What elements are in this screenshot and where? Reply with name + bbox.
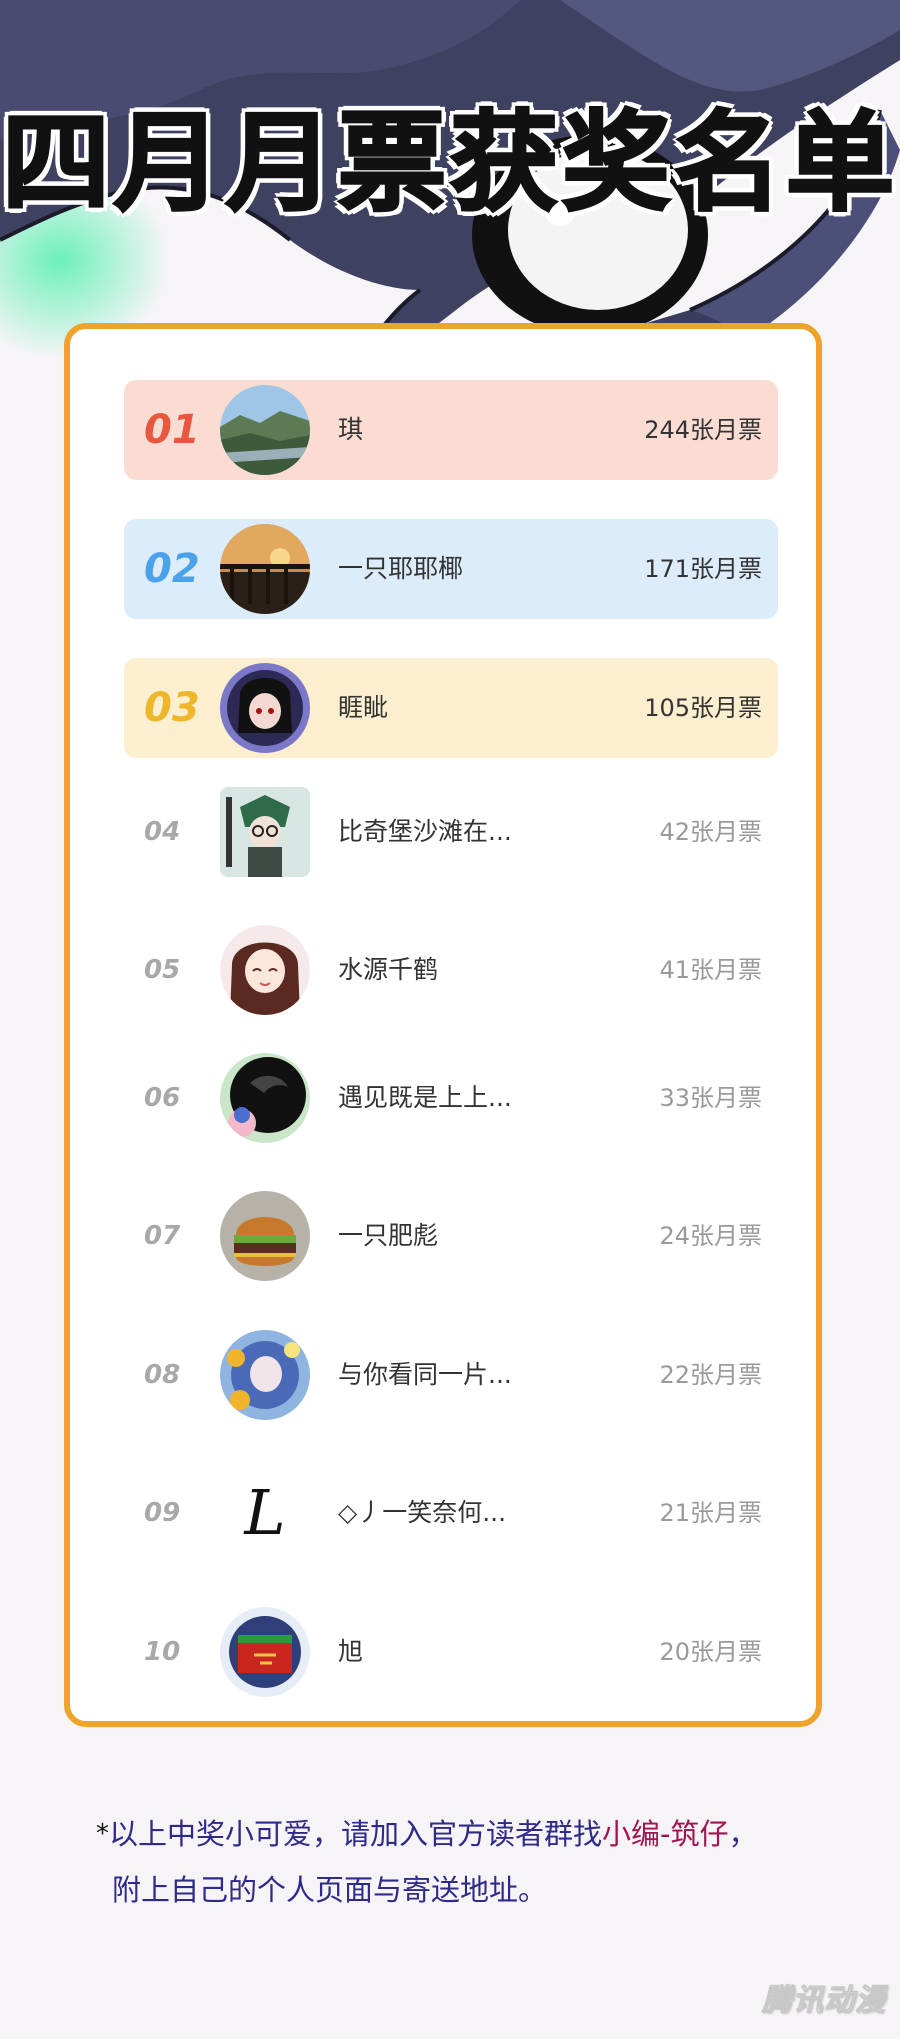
ranking-row-5: 05 水源千鹤 41张月票 xyxy=(124,920,778,1020)
landscape-avatar-icon xyxy=(220,385,310,475)
ranking-votes: 171张月票 xyxy=(644,555,762,583)
rank-number: 10 xyxy=(144,1637,181,1667)
asterisk: * xyxy=(96,1819,109,1849)
rank-number: 07 xyxy=(144,1221,181,1251)
red-emblem-avatar-icon xyxy=(220,1607,310,1697)
claim-text-punctuation: ， xyxy=(728,1817,758,1851)
ranking-row-2: 02 一只耶耶椰 171张月票 xyxy=(124,519,778,619)
ranking-username: 旭 xyxy=(338,1637,364,1666)
anime-girl-avatar-icon xyxy=(220,663,310,753)
ranking-username: 一只肥彪 xyxy=(338,1221,439,1250)
ranking-row-10: 10 旭 20张月票 xyxy=(124,1602,778,1702)
editor-name: 小编-筑仔 xyxy=(602,1817,729,1851)
ranking-votes: 20张月票 xyxy=(659,1638,762,1666)
dark-cat-avatar-icon xyxy=(220,1053,310,1143)
claim-instructions-line-2: 附上自己的个人页面与寄送地址。 xyxy=(112,1873,548,1907)
rank-number: 04 xyxy=(144,817,181,847)
ranking-votes: 41张月票 xyxy=(659,956,762,984)
rank-number: 05 xyxy=(144,955,181,985)
claim-instructions-line-1: *以上中奖小可爱，请加入官方读者群找小编-筑仔， xyxy=(96,1806,866,1862)
anime-character-avatar-icon xyxy=(220,787,310,877)
ranking-votes: 105张月票 xyxy=(644,694,762,722)
ranking-row-3: 03 睚眦 105张月票 xyxy=(124,658,778,758)
ranking-card: 01 琪 244张月票 02 一只耶耶椰 171张月票 03 睚眦 105张月票… xyxy=(64,323,822,1727)
ranking-row-1: 01 琪 244张月票 xyxy=(124,380,778,480)
ranking-votes: 22张月票 xyxy=(659,1361,762,1389)
rank-number: 08 xyxy=(144,1360,181,1390)
ranking-votes: 42张月票 xyxy=(659,818,762,846)
flower-girl-avatar-icon xyxy=(220,1330,310,1420)
page-title: 四月月票获奖名单 xyxy=(0,101,898,226)
ranking-row-8: 08 与你看同一片... 22张月票 xyxy=(124,1325,778,1425)
rank-number: 02 xyxy=(144,546,200,592)
ranking-username: 比奇堡沙滩在... xyxy=(338,817,512,846)
claim-text: 以上中奖小可爱，请加入官方读者群找 xyxy=(109,1817,603,1851)
ranking-username: 与你看同一片... xyxy=(338,1360,512,1389)
ranking-username: 一只耶耶椰 xyxy=(338,554,464,583)
ranking-votes: 244张月票 xyxy=(644,416,762,444)
ranking-row-6: 06 遇见既是上上... 33张月票 xyxy=(124,1048,778,1148)
ranking-votes: 24张月票 xyxy=(659,1222,762,1250)
ranking-username: ◇丿一笑奈何... xyxy=(338,1498,507,1527)
letter-l-avatar-icon: L xyxy=(220,1468,310,1558)
rank-number: 06 xyxy=(144,1083,181,1113)
rank-number: 09 xyxy=(144,1498,181,1528)
ranking-row-4: 04 比奇堡沙滩在... 42张月票 xyxy=(124,782,778,882)
rank-number: 03 xyxy=(144,685,200,731)
ranking-username: 遇见既是上上... xyxy=(338,1083,512,1112)
ranking-row-9: 09 L ◇丿一笑奈何... 21张月票 xyxy=(124,1463,778,1563)
rank-number: 01 xyxy=(144,407,200,453)
ranking-votes: 33张月票 xyxy=(659,1084,762,1112)
watermark-logo: 腾讯动漫 xyxy=(762,1983,886,2019)
sunset-avatar-icon xyxy=(220,524,310,614)
ranking-username: 睚眦 xyxy=(338,693,389,722)
ranking-votes: 21张月票 xyxy=(659,1499,762,1527)
ranking-row-7: 07 一只肥彪 24张月票 xyxy=(124,1186,778,1286)
anime-girl-avatar-icon xyxy=(220,925,310,1015)
ranking-username: 水源千鹤 xyxy=(338,955,439,984)
claim-instructions: *以上中奖小可爱，请加入官方读者群找小编-筑仔， 附上自己的个人页面与寄送地址。 xyxy=(96,1806,866,1918)
ranking-username: 琪 xyxy=(338,415,364,444)
svg-text:L: L xyxy=(243,1476,285,1549)
burger-avatar-icon xyxy=(220,1191,310,1281)
